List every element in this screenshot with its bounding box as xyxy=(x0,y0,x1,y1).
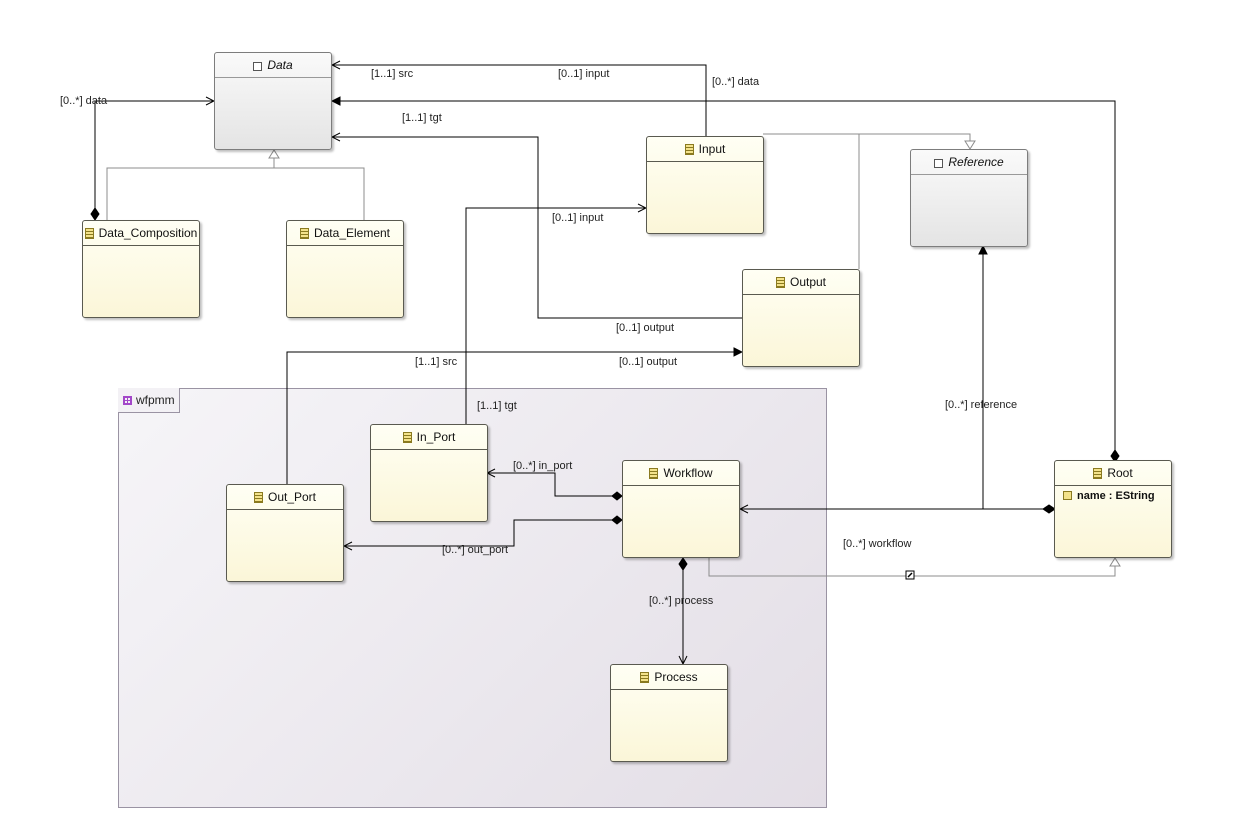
label-root-data: [0..*] data xyxy=(712,76,760,88)
gen-input-ref xyxy=(763,133,971,141)
label-workflow-process: [0..*] process xyxy=(649,595,714,607)
class-icon xyxy=(402,432,412,443)
class-icon xyxy=(299,228,309,239)
root-attribute-text: name : EString xyxy=(1077,490,1155,502)
class-data-element[interactable]: Data_Element xyxy=(286,220,404,318)
class-icon xyxy=(684,144,694,155)
class-in-port-name: In_Port xyxy=(416,430,456,444)
diagram-canvas: wfpmm Data Data_Composition Data_Element… xyxy=(0,0,1252,822)
label-outport-output: [0..1] output xyxy=(619,356,678,368)
gen-ref-arrow xyxy=(964,140,976,150)
edge-inport-input xyxy=(465,208,646,424)
diamond-composition xyxy=(90,207,100,221)
edge-workflow-outport xyxy=(344,519,622,546)
label-workflow-outport: [0..*] out_port xyxy=(442,544,509,556)
class-workflow[interactable]: Workflow xyxy=(622,460,740,558)
label-root-reference: [0..*] reference xyxy=(945,399,1018,411)
label-inport-tgt: [1..1] tgt xyxy=(477,400,517,412)
class-icon xyxy=(649,468,659,479)
class-process-name: Process xyxy=(654,670,698,684)
attribute-icon xyxy=(1063,491,1072,500)
class-root-name: Root xyxy=(1107,466,1133,480)
class-icon xyxy=(84,228,94,239)
label-data-src: [1..1] src xyxy=(371,68,414,80)
label-root-workflow: [0..*] workflow xyxy=(843,538,912,550)
abstract-class-icon xyxy=(934,159,944,168)
class-reference-name: Reference xyxy=(948,155,1004,169)
label-outport-src: [1..1] src xyxy=(415,356,458,368)
label-input-to-data: [0..1] input xyxy=(558,68,610,80)
class-in-port[interactable]: In_Port xyxy=(370,424,488,522)
class-output-name: Output xyxy=(789,275,827,289)
root-attribute[interactable]: name : EString xyxy=(1055,486,1171,502)
edge-root-reference xyxy=(983,246,1055,510)
class-data-composition[interactable]: Data_Composition xyxy=(82,220,200,318)
class-icon xyxy=(1093,468,1103,479)
class-data-composition-name: Data_Composition xyxy=(98,226,198,240)
class-data[interactable]: Data xyxy=(214,52,332,150)
label-workflow-inport: [0..*] in_port xyxy=(513,460,573,472)
gen-data-arrow xyxy=(268,149,280,159)
label-inport-input: [0..1] input xyxy=(552,212,604,224)
label-data-tgt: [1..1] tgt xyxy=(402,112,442,124)
class-workflow-name: Workflow xyxy=(663,466,713,480)
class-root[interactable]: Root name : EString xyxy=(1054,460,1172,558)
diamond-wf-outport xyxy=(611,515,623,525)
label-composition-data: [0..*] data xyxy=(60,95,108,107)
edge-composition-data xyxy=(94,101,214,215)
class-input[interactable]: Input xyxy=(646,136,764,234)
class-icon xyxy=(775,277,785,288)
class-input-name: Input xyxy=(698,142,726,156)
edge-workflow-inport xyxy=(487,473,622,497)
class-out-port-name: Out_Port xyxy=(267,490,317,504)
class-data-element-name: Data_Element xyxy=(313,226,391,240)
gen-composition xyxy=(106,167,365,220)
class-reference[interactable]: Reference xyxy=(910,149,1028,247)
diamond-wf-inport xyxy=(611,491,623,501)
diamond-wf-process xyxy=(678,557,688,571)
abstract-class-icon xyxy=(253,62,263,71)
label-data-output: [0..1] output xyxy=(616,322,675,334)
class-output[interactable]: Output xyxy=(742,269,860,367)
class-out-port[interactable]: Out_Port xyxy=(226,484,344,582)
class-data-name: Data xyxy=(267,58,293,72)
gen-root-arrow xyxy=(1109,557,1121,567)
class-process[interactable]: Process xyxy=(610,664,728,762)
class-icon xyxy=(253,492,263,503)
class-icon xyxy=(640,672,650,683)
